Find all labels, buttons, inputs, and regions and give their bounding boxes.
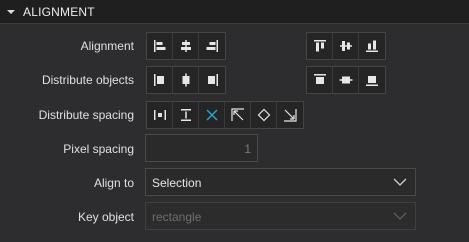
section-header[interactable]: ALIGNMENT bbox=[0, 0, 469, 24]
spacing-horizontal-button[interactable] bbox=[147, 102, 173, 128]
alignment-vertical-group bbox=[306, 32, 386, 60]
distribute-middle-vertical-button[interactable] bbox=[333, 67, 359, 93]
pixel-spacing-label: Pixel spacing bbox=[63, 142, 134, 156]
spacing-vertical-button[interactable] bbox=[173, 102, 199, 128]
distribute-left-button[interactable] bbox=[147, 67, 173, 93]
align-bottom-button[interactable] bbox=[359, 33, 385, 59]
align-to-value: Selection bbox=[152, 176, 202, 190]
align-bottom-icon bbox=[366, 40, 378, 52]
distribute-right-button[interactable] bbox=[199, 67, 225, 93]
distribute-top-icon bbox=[313, 74, 326, 84]
distribute-objects-label: Distribute objects bbox=[41, 73, 134, 87]
spacing-none-icon bbox=[205, 109, 218, 121]
spacing-bottom-right-button[interactable] bbox=[277, 102, 303, 128]
align-to-select[interactable]: Selection bbox=[145, 168, 416, 196]
key-object-value: rectangle bbox=[152, 210, 202, 224]
distribute-right-icon bbox=[208, 74, 218, 86]
distribute-left-icon bbox=[153, 74, 164, 86]
chevron-down-icon bbox=[393, 178, 407, 186]
align-top-icon bbox=[313, 40, 326, 52]
spacing-top-left-button[interactable] bbox=[225, 102, 251, 128]
alignment-label: Alignment bbox=[80, 39, 134, 53]
distribute-bottom-icon bbox=[366, 76, 378, 86]
distribute-center-horizontal-icon bbox=[182, 73, 189, 87]
spacing-top-left-icon bbox=[230, 108, 244, 121]
spacing-diamond-button[interactable] bbox=[251, 102, 277, 128]
chevron-down-icon bbox=[393, 212, 407, 220]
align-right-button[interactable] bbox=[199, 33, 225, 59]
align-middle-vertical-icon bbox=[339, 41, 352, 51]
distribute-objects-vertical-group bbox=[306, 66, 386, 94]
align-to-label: Align to bbox=[93, 176, 134, 190]
spacing-vertical-icon bbox=[180, 109, 191, 121]
pixel-spacing-input[interactable]: 1 bbox=[145, 134, 258, 162]
distribute-spacing-label: Distribute spacing bbox=[38, 108, 134, 122]
distribute-middle-vertical-icon bbox=[339, 76, 352, 84]
align-right-icon bbox=[206, 40, 218, 52]
align-left-icon bbox=[153, 40, 165, 52]
distribute-spacing-group bbox=[146, 101, 304, 129]
spacing-horizontal-icon bbox=[153, 110, 166, 120]
distribute-bottom-button[interactable] bbox=[359, 67, 385, 93]
align-middle-vertical-button[interactable] bbox=[333, 33, 359, 59]
key-object-select[interactable]: rectangle bbox=[145, 202, 416, 230]
align-center-horizontal-button[interactable] bbox=[173, 33, 199, 59]
align-top-button[interactable] bbox=[307, 33, 333, 59]
key-object-label: Key object bbox=[77, 210, 134, 224]
alignment-horizontal-group bbox=[146, 32, 226, 60]
distribute-top-button[interactable] bbox=[307, 67, 333, 93]
align-center-horizontal-icon bbox=[180, 40, 191, 52]
distribute-center-horizontal-button[interactable] bbox=[173, 67, 199, 93]
spacing-none-button[interactable] bbox=[199, 102, 225, 128]
spacing-bottom-right-icon bbox=[284, 109, 297, 122]
triangle-down-icon[interactable] bbox=[5, 6, 17, 18]
section-title: ALIGNMENT bbox=[23, 4, 95, 19]
spacing-diamond-icon bbox=[257, 108, 270, 122]
pixel-spacing-value: 1 bbox=[244, 142, 251, 156]
distribute-objects-horizontal-group bbox=[146, 66, 226, 94]
align-left-button[interactable] bbox=[147, 33, 173, 59]
